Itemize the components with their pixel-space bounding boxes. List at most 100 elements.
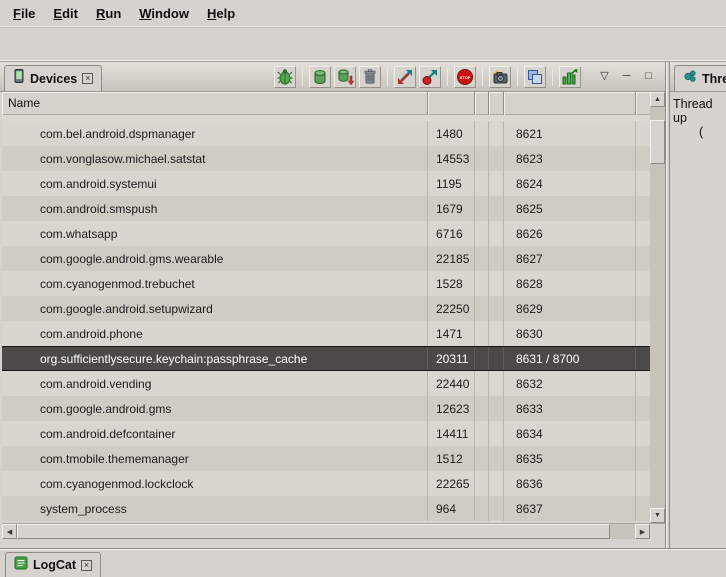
cell-spacer [475,246,489,271]
cell-filler [636,396,650,421]
process-name: com.google.android.gms [2,396,428,421]
table-row[interactable]: com.android.phone14718630 [2,321,650,346]
column-header-pid[interactable] [428,92,475,115]
cell-spacer [475,347,489,370]
toolbar-separator [482,68,483,86]
process-pid: 1512 [428,446,475,471]
close-icon[interactable]: × [81,560,92,571]
table-row[interactable]: com.cyanogenmod.trebuchet15288628 [2,271,650,296]
capture-ui-hierarchy-icon[interactable] [524,66,546,88]
scroll-right-icon[interactable]: ▶ [635,524,650,539]
process-port: 8635 [504,446,636,471]
cell-filler [636,271,650,296]
toolbar-separator [302,68,303,86]
screen-capture-icon[interactable] [489,66,511,88]
table-row[interactable]: system_process9648637 [2,496,650,521]
cell-filler [636,471,650,496]
cell-filler [636,496,650,521]
table-row[interactable]: org.sufficientlysecure.keychain:passphra… [2,346,650,371]
menu-file[interactable]: File [4,3,44,24]
cell-spacer [489,321,504,346]
cell-spacer [489,421,504,446]
process-name: com.vonglasow.michael.satstat [2,146,428,171]
tab-logcat[interactable]: LogCat × [5,552,101,577]
process-port: 8624 [504,171,636,196]
menu-window[interactable]: Window [130,3,198,24]
table-row[interactable]: com.google.android.gms.wearable221858627 [2,246,650,271]
table-row[interactable]: com.bel.android.dspmanager14808621 [2,121,650,146]
cell-spacer [489,221,504,246]
process-pid: 22185 [428,246,475,271]
horizontal-scrollbar[interactable]: ◀ ▶ [2,523,650,539]
table-row[interactable]: com.whatsapp67168626 [2,221,650,246]
tab-threads[interactable]: Threads [674,65,726,91]
debug-process-icon[interactable] [274,66,296,88]
column-header-port[interactable] [504,92,636,115]
scroll-left-icon[interactable]: ◀ [2,524,17,539]
scrollbar-track[interactable] [650,107,665,508]
process-name: com.android.smspush [2,196,428,221]
close-icon[interactable]: × [82,73,93,84]
cell-spacer [489,471,504,496]
update-heap-icon[interactable] [309,66,331,88]
cell-filler [636,246,650,271]
column-header-spacer[interactable] [475,92,489,115]
cell-spacer [475,271,489,296]
scrollbar-thumb[interactable] [17,524,610,539]
cell-filler [636,196,650,221]
cell-spacer [475,221,489,246]
vertical-scrollbar[interactable]: ▲ ▼ [650,92,665,523]
system-stats-icon[interactable] [559,66,581,88]
scroll-down-icon[interactable]: ▼ [650,508,665,523]
table-row[interactable]: com.tmobile.thememanager1512 8635 [2,446,650,471]
menu-bar: File Edit Run Window Help [0,0,726,26]
scrollbar-thumb[interactable] [650,120,665,164]
scroll-up-icon[interactable]: ▲ [650,92,665,107]
scrollbar-track[interactable] [17,524,635,539]
stop-process-icon[interactable]: STOP [454,66,476,88]
table-row[interactable]: com.android.vending224408632 [2,371,650,396]
column-header-spacer[interactable] [489,92,504,115]
table-row[interactable]: com.google.android.gms126238633 [2,396,650,421]
cell-filler [636,146,650,171]
process-pid: 1195 [428,171,475,196]
process-name: com.google.android.gms.wearable [2,246,428,271]
menu-edit[interactable]: Edit [44,3,87,24]
table-row[interactable]: com.android.systemui11958624 [2,171,650,196]
tab-devices[interactable]: Devices × [4,65,102,91]
process-port: 8631 / 8700 [504,347,636,370]
logcat-icon [14,556,28,575]
update-threads-icon[interactable] [394,66,416,88]
cell-spacer [489,371,504,396]
cell-spacer [489,196,504,221]
table-row[interactable]: com.cyanogenmod.lockclock222658636 [2,471,650,496]
table-row[interactable]: com.android.defcontainer144118634 [2,421,650,446]
menu-run[interactable]: Run [87,3,130,24]
process-name: com.android.defcontainer [2,421,428,446]
threads-icon [683,69,697,88]
table-row[interactable]: com.vonglasow.michael.satstat145538623 [2,146,650,171]
devices-tabbar: Devices × STOP ▽ ─ □ [0,62,665,92]
maximize-icon[interactable]: □ [641,69,656,84]
devices-toolbar: STOP [274,66,581,88]
process-name: com.tmobile.thememanager [2,446,428,471]
table-row[interactable]: com.android.smspush16798625 [2,196,650,221]
cell-spacer [489,496,504,521]
start-method-profiling-icon[interactable] [419,66,441,88]
process-pid: 1480 [428,121,475,146]
cell-filler [636,446,650,471]
process-port: 8637 [504,496,636,521]
toolbar-separator [517,68,518,86]
cause-gc-icon[interactable] [359,66,381,88]
table-row[interactable]: com.google.android.setupwizard222508629 [2,296,650,321]
minimize-icon[interactable]: ─ [619,69,634,84]
menu-help[interactable]: Help [198,3,244,24]
column-header-name[interactable]: Name [2,92,428,115]
cell-spacer [489,146,504,171]
view-menu-icon[interactable]: ▽ [597,69,612,84]
process-name: com.cyanogenmod.trebuchet [2,271,428,296]
process-pid: 6716 [428,221,475,246]
svg-text:STOP: STOP [460,74,471,79]
dump-hprof-icon[interactable] [334,66,356,88]
toolbar-separator [387,68,388,86]
